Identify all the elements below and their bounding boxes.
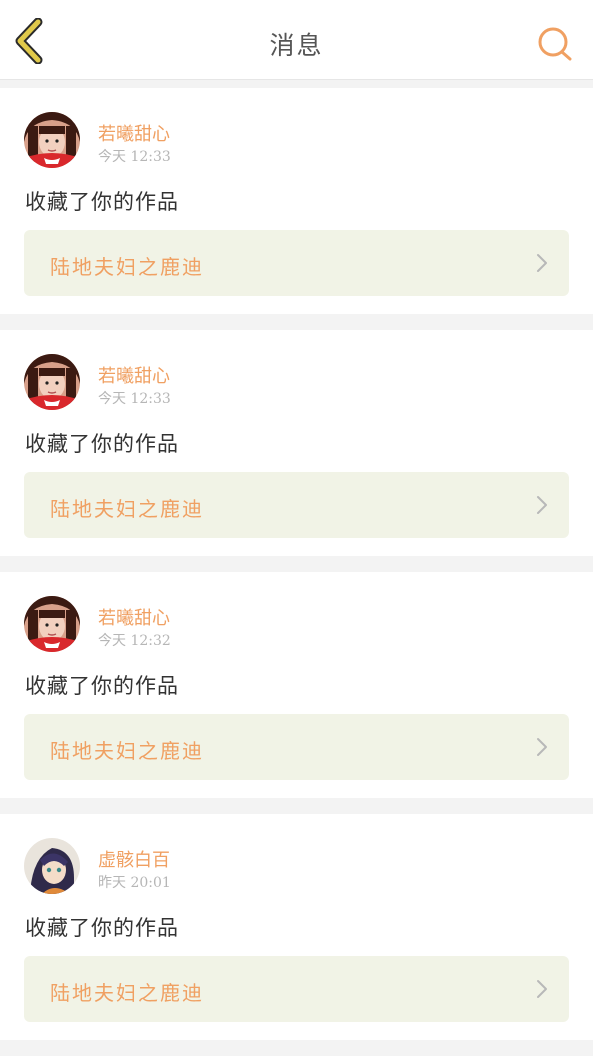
message-list: 若曦甜心 今天 12:33 收藏了你的作品 陆地夫妇之鹿迪 若曦甜心 今天 12… <box>0 88 593 1056</box>
username[interactable]: 若曦甜心 <box>98 362 170 388</box>
timestamp: 今天 12:32 <box>98 633 171 649</box>
chevron-right-icon <box>537 496 547 514</box>
action-text: 收藏了你的作品 <box>25 190 179 214</box>
user-avatar-image <box>24 838 80 894</box>
work-title: 陆地夫妇之鹿迪 <box>50 981 204 1005</box>
chevron-right-icon <box>537 254 547 272</box>
avatar[interactable] <box>24 838 80 894</box>
user-avatar-image <box>24 112 80 168</box>
action-text: 收藏了你的作品 <box>25 674 179 698</box>
message-card: 若曦甜心 今天 12:32 收藏了你的作品 陆地夫妇之鹿迪 <box>0 572 593 798</box>
avatar[interactable] <box>24 354 80 410</box>
work-title: 陆地夫妇之鹿迪 <box>50 739 204 763</box>
message-card: 若曦甜心 今天 12:33 收藏了你的作品 陆地夫妇之鹿迪 <box>0 330 593 556</box>
search-button[interactable] <box>535 24 575 64</box>
work-link-card[interactable]: 陆地夫妇之鹿迪 <box>24 714 569 780</box>
username[interactable]: 若曦甜心 <box>98 120 170 146</box>
timestamp: 今天 12:33 <box>98 391 171 407</box>
work-title: 陆地夫妇之鹿迪 <box>50 497 204 521</box>
work-link-card[interactable]: 陆地夫妇之鹿迪 <box>24 472 569 538</box>
timestamp: 今天 12:33 <box>98 149 171 165</box>
username[interactable]: 若曦甜心 <box>98 604 170 630</box>
work-link-card[interactable]: 陆地夫妇之鹿迪 <box>24 956 569 1022</box>
username[interactable]: 虚骸白百 <box>98 846 170 872</box>
action-text: 收藏了你的作品 <box>25 916 179 940</box>
avatar[interactable] <box>24 596 80 652</box>
avatar[interactable] <box>24 112 80 168</box>
chevron-right-icon <box>537 738 547 756</box>
message-card: 虚骸白百 昨天 20:01 收藏了你的作品 陆地夫妇之鹿迪 <box>0 814 593 1040</box>
message-card: 若曦甜心 今天 12:33 收藏了你的作品 陆地夫妇之鹿迪 <box>0 88 593 314</box>
timestamp: 昨天 20:01 <box>98 875 171 891</box>
work-link-card[interactable]: 陆地夫妇之鹿迪 <box>24 230 569 296</box>
user-avatar-image <box>24 596 80 652</box>
top-bar: 消息 <box>0 0 593 80</box>
action-text: 收藏了你的作品 <box>25 432 179 456</box>
user-avatar-image <box>24 354 80 410</box>
chevron-right-icon <box>537 980 547 998</box>
search-icon <box>538 27 572 61</box>
work-title: 陆地夫妇之鹿迪 <box>50 255 204 279</box>
page-title: 消息 <box>269 31 324 60</box>
